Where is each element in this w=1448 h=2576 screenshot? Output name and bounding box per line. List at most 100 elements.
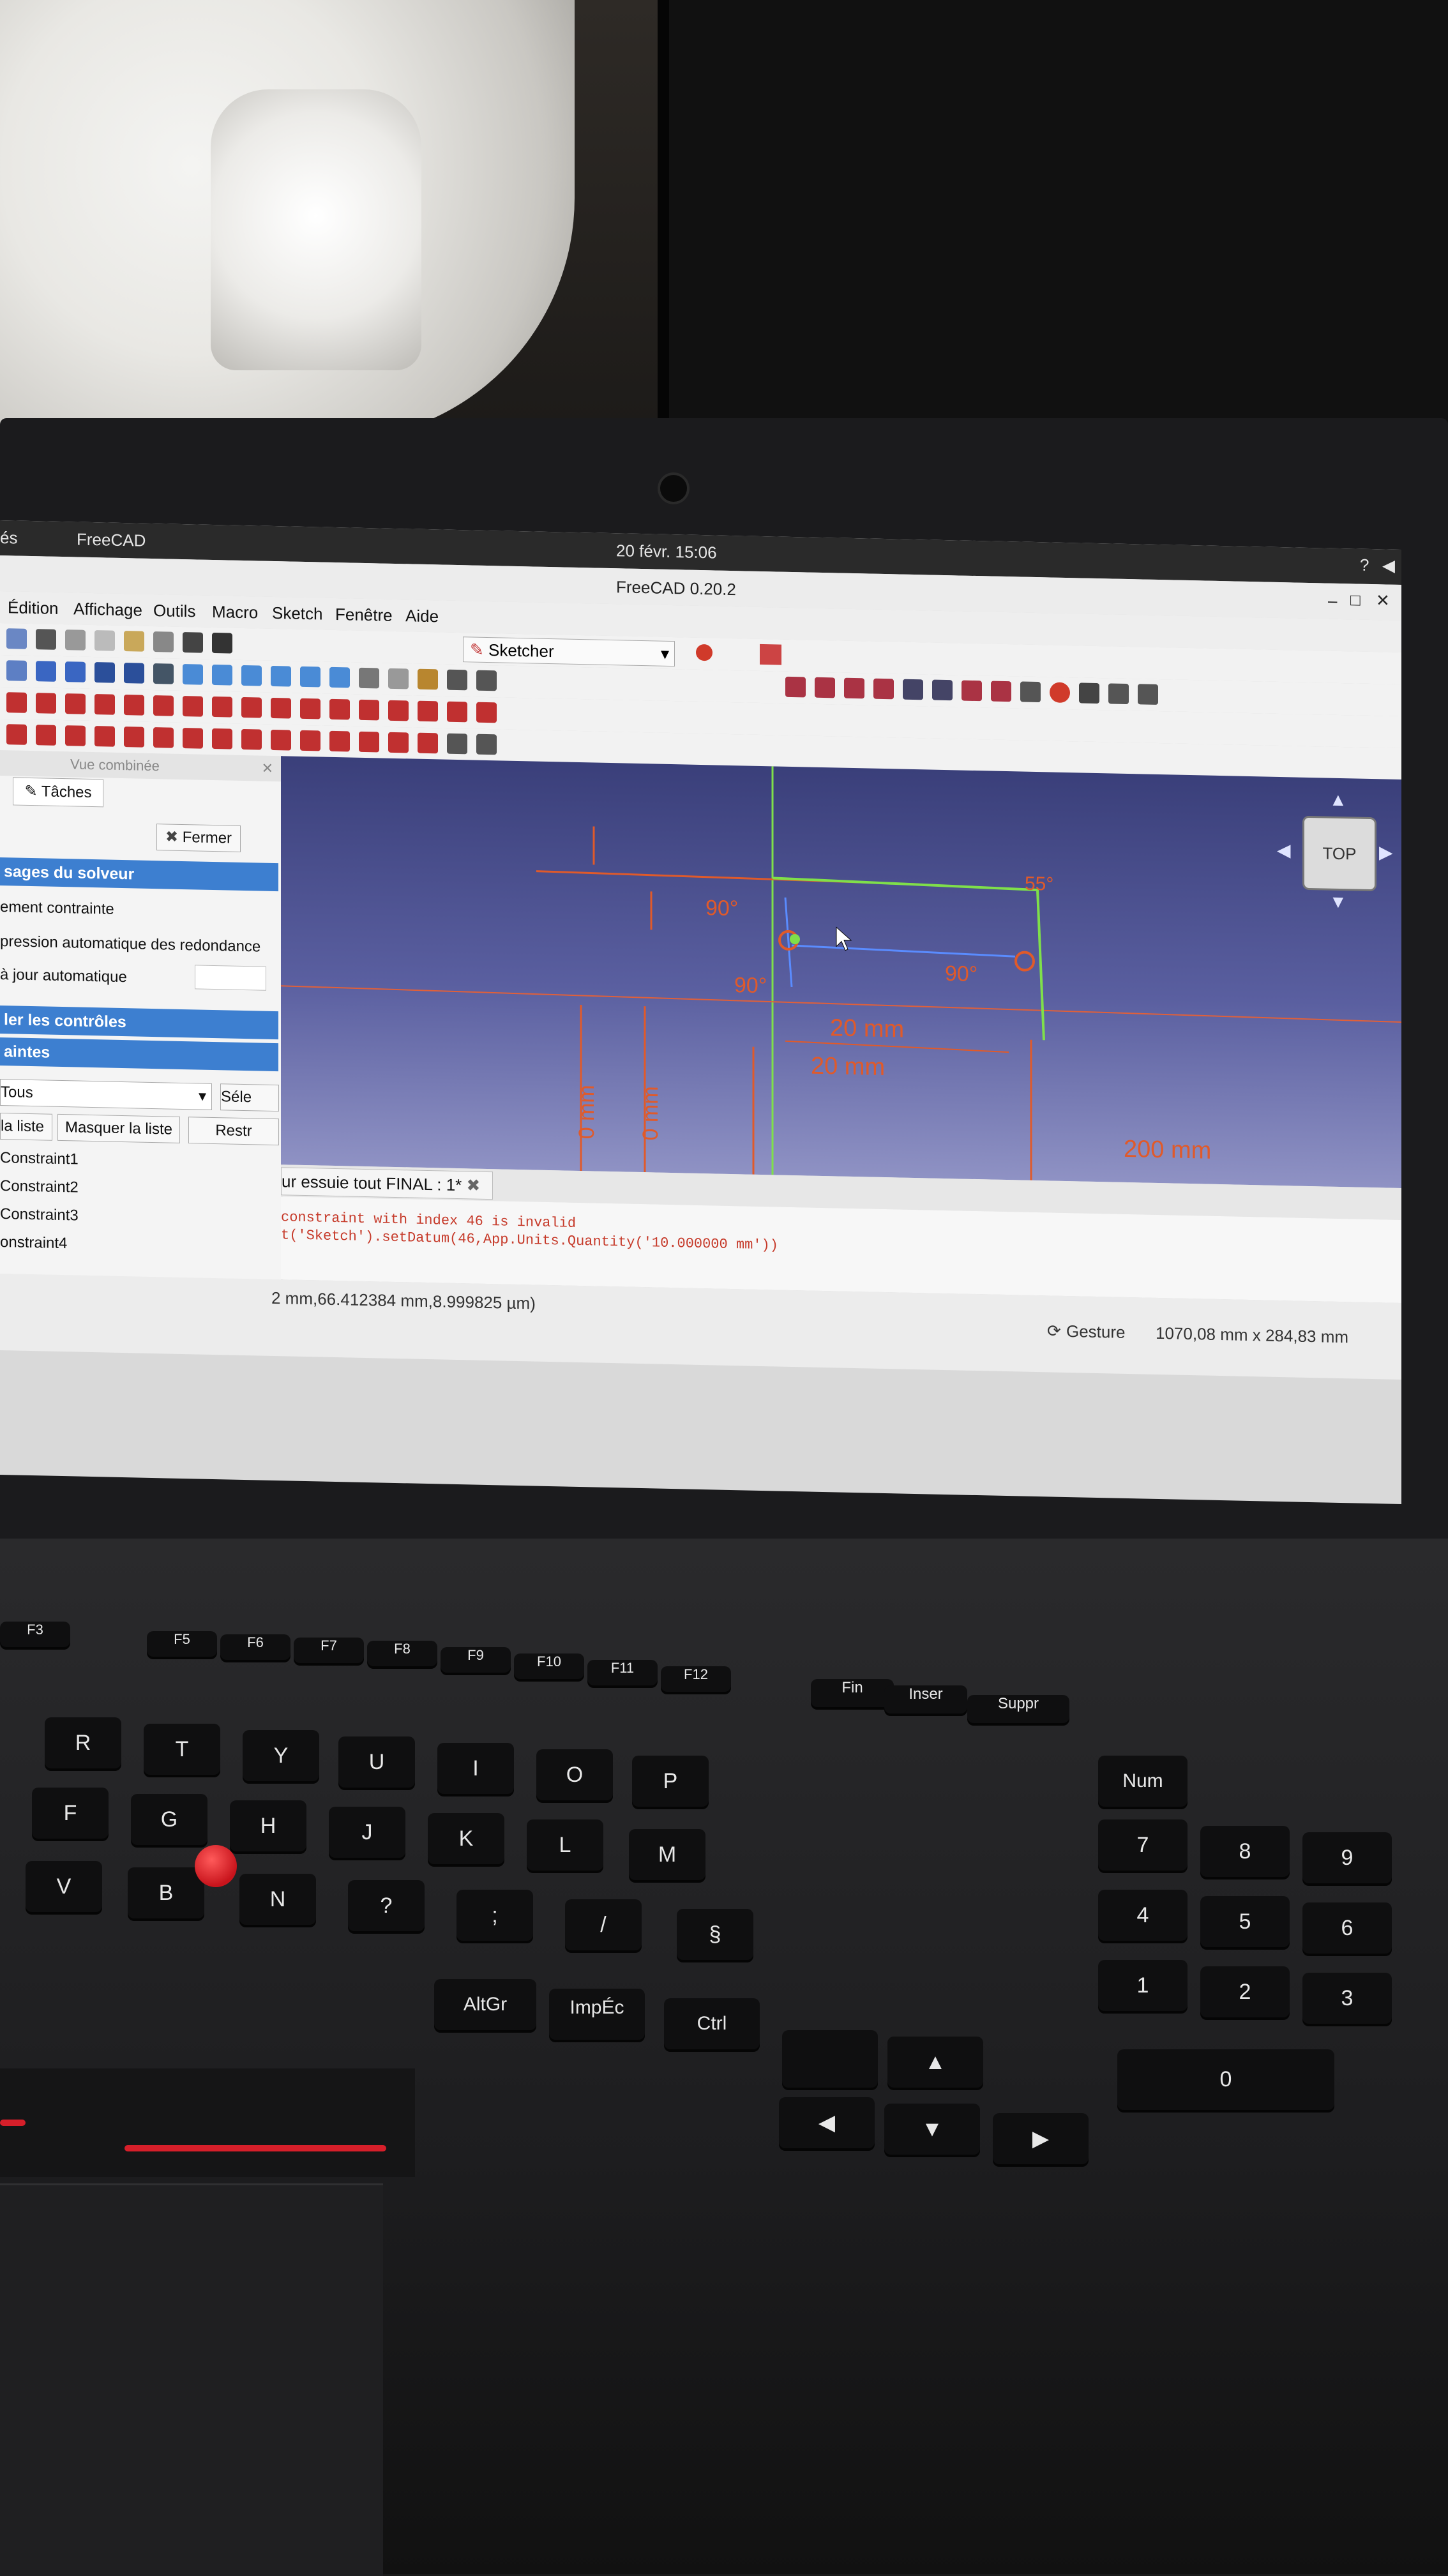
menu-fenetre[interactable]: Fenêtre bbox=[335, 605, 393, 626]
workbench-selector[interactable]: ✎ Sketcher ▾ bbox=[463, 636, 675, 667]
trackpad-buttons[interactable] bbox=[0, 2068, 415, 2177]
sketch-tool-icon[interactable] bbox=[785, 676, 806, 698]
sketch-reorient-icon[interactable] bbox=[873, 678, 894, 700]
close-task-button[interactable]: ✖ Fermer bbox=[156, 824, 241, 852]
constraint-cluster[interactable] bbox=[1014, 951, 1035, 972]
group-icon[interactable] bbox=[418, 668, 438, 690]
undo-icon[interactable] bbox=[124, 631, 144, 652]
gesture-icon[interactable]: ⟳ bbox=[1047, 1321, 1061, 1341]
solver-line-3[interactable]: à jour automatique bbox=[0, 966, 127, 986]
save-icon[interactable] bbox=[6, 628, 27, 649]
key-num-9[interactable]: 9 bbox=[1302, 1832, 1392, 1883]
horizontal-constraint-icon[interactable] bbox=[36, 725, 56, 746]
key-suppr[interactable]: Suppr bbox=[967, 1695, 1069, 1723]
angle-label[interactable]: 90° bbox=[705, 896, 738, 921]
menu-aide[interactable]: Aide bbox=[405, 606, 439, 626]
arrow-down-key-icon[interactable]: ▼ bbox=[884, 2104, 980, 2155]
navigation-cube[interactable]: TOP bbox=[1302, 815, 1376, 892]
key-k[interactable]: K bbox=[428, 1813, 504, 1864]
trim-icon[interactable] bbox=[329, 698, 350, 720]
key-num-2[interactable]: 2 bbox=[1200, 1966, 1290, 2017]
angle-icon[interactable] bbox=[388, 732, 409, 753]
arrow-left-icon[interactable]: ◀ bbox=[1277, 840, 1291, 861]
point-icon[interactable] bbox=[6, 692, 27, 713]
touchpad[interactable] bbox=[0, 2183, 383, 2576]
navigation-style[interactable]: Gesture bbox=[1066, 1322, 1126, 1343]
list-item[interactable]: Constraint1 bbox=[0, 1149, 79, 1179]
mirror-sketch-icon[interactable] bbox=[991, 681, 1011, 702]
key-u[interactable]: U bbox=[338, 1736, 415, 1788]
menu-macro[interactable]: Macro bbox=[212, 602, 258, 623]
key-i[interactable]: I bbox=[437, 1743, 514, 1794]
bspline-tool-icon[interactable] bbox=[153, 695, 174, 716]
maximize-icon[interactable]: □ bbox=[1350, 590, 1361, 610]
selected-point[interactable] bbox=[790, 934, 800, 945]
sketch-validate-icon[interactable] bbox=[815, 677, 835, 698]
key-t[interactable]: T bbox=[144, 1724, 220, 1775]
key-l[interactable]: L bbox=[527, 1819, 603, 1871]
top-view-icon[interactable] bbox=[212, 664, 232, 686]
arrow-down-icon[interactable]: ▼ bbox=[1329, 892, 1347, 913]
view-sketch-icon[interactable] bbox=[932, 679, 953, 701]
constraint-filter[interactable]: Tous ▾ bbox=[0, 1079, 212, 1110]
view-box-icon[interactable] bbox=[94, 662, 115, 683]
key-f11[interactable]: F11 bbox=[587, 1660, 658, 1685]
symmetric-constraint-icon[interactable] bbox=[183, 727, 203, 749]
key-num-6[interactable]: 6 bbox=[1302, 1902, 1392, 1954]
vertical-distance-icon[interactable] bbox=[300, 730, 321, 751]
link-icon[interactable] bbox=[447, 669, 467, 691]
key-f8[interactable]: F8 bbox=[367, 1641, 437, 1666]
tab-close-icon[interactable]: ✖ bbox=[467, 1175, 481, 1194]
view-section-icon[interactable] bbox=[903, 679, 923, 700]
polygon-icon[interactable] bbox=[241, 697, 262, 718]
solver-messages-section[interactable]: sages du solveur bbox=[0, 857, 278, 892]
link-import-icon[interactable] bbox=[476, 670, 497, 691]
dimension-label-vertical[interactable]: 0 mm bbox=[638, 1086, 663, 1141]
front-view-icon[interactable] bbox=[183, 663, 203, 685]
key-m[interactable]: M bbox=[629, 1829, 705, 1880]
arrow-right-icon[interactable]: ▶ bbox=[1379, 841, 1393, 862]
block-constraint-icon[interactable] bbox=[212, 728, 232, 749]
key-num[interactable]: Num bbox=[1098, 1756, 1188, 1807]
angle-label[interactable]: 55° bbox=[1025, 873, 1053, 895]
3d-viewport[interactable]: 90° 90° 90° 20 mm 20 mm 200 mm 0 mm 0 mm… bbox=[281, 756, 1401, 1188]
cut-icon[interactable] bbox=[65, 629, 86, 651]
isometric-icon[interactable] bbox=[153, 663, 174, 684]
key-f6[interactable]: F6 bbox=[220, 1634, 290, 1660]
redo-icon[interactable] bbox=[153, 631, 174, 652]
key-fin[interactable]: Fin bbox=[811, 1679, 894, 1707]
key-f9[interactable]: F9 bbox=[441, 1647, 511, 1673]
key-num-8[interactable]: 8 bbox=[1200, 1826, 1290, 1877]
stop-icon[interactable] bbox=[1050, 682, 1070, 704]
lock-constraint-icon[interactable] bbox=[241, 728, 262, 750]
key-o[interactable]: O bbox=[536, 1749, 613, 1800]
vertical-constraint-icon[interactable] bbox=[6, 724, 27, 745]
dimension-label[interactable]: 200 mm bbox=[1124, 1136, 1211, 1164]
equal-constraint-icon[interactable] bbox=[153, 727, 174, 748]
solver-line-2[interactable]: pression automatique des redondance bbox=[0, 933, 260, 956]
key-f[interactable]: F bbox=[32, 1788, 109, 1839]
zoom-icon[interactable] bbox=[124, 663, 144, 684]
radius-icon[interactable] bbox=[359, 731, 379, 753]
conic-icon[interactable] bbox=[124, 695, 144, 716]
volume-icon[interactable]: ◀ bbox=[1382, 555, 1395, 575]
back-icon[interactable] bbox=[36, 661, 56, 682]
carbon-copy-icon[interactable] bbox=[447, 701, 467, 723]
document-tab[interactable]: ur essuie tout FINAL : 1* ✖ bbox=[281, 1167, 493, 1200]
dimension-label[interactable]: 20 mm bbox=[811, 1053, 885, 1081]
hide-list-button[interactable]: Masquer la liste bbox=[57, 1113, 180, 1143]
activate-constraint-icon[interactable] bbox=[476, 734, 497, 755]
parallel-constraint-icon[interactable] bbox=[65, 725, 86, 746]
panel-close-icon[interactable]: ✕ bbox=[262, 756, 273, 781]
key-comma[interactable]: ? bbox=[348, 1880, 425, 1931]
menu-outils[interactable]: Outils bbox=[153, 601, 195, 621]
render-icon[interactable] bbox=[1138, 684, 1158, 705]
key-j[interactable]: J bbox=[329, 1807, 405, 1858]
forward-icon[interactable] bbox=[65, 661, 86, 682]
rectangle-icon[interactable] bbox=[212, 696, 232, 718]
key-f12[interactable]: F12 bbox=[661, 1666, 731, 1692]
list-item[interactable]: onstraint4 bbox=[0, 1233, 79, 1263]
show-list-button[interactable]: la liste bbox=[0, 1113, 52, 1141]
key-r[interactable]: R bbox=[45, 1717, 121, 1768]
key-f10[interactable]: F10 bbox=[514, 1653, 584, 1679]
